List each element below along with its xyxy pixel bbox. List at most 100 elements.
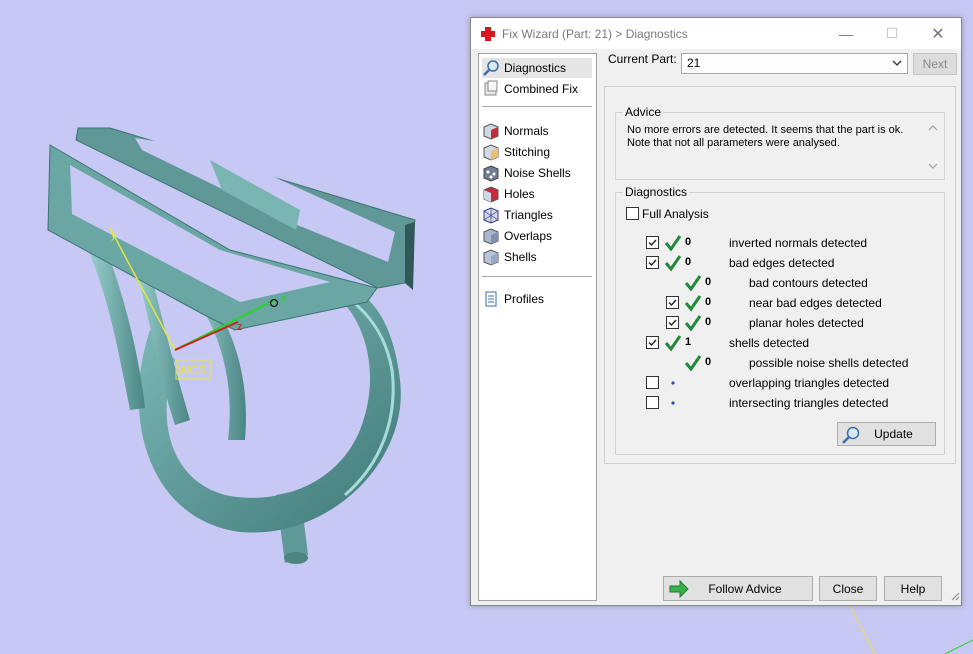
diag-label: bad edges detected: [729, 256, 835, 270]
holes-cube-icon: [482, 185, 500, 203]
green-check-icon: [684, 354, 702, 372]
green-check-icon: [684, 314, 702, 332]
update-label: Update: [874, 427, 913, 441]
minimize-button[interactable]: —: [823, 18, 869, 49]
nav-label: Stitching: [504, 145, 551, 159]
diag-row-overlapping-triangles: overlapping triangles detected: [646, 374, 946, 392]
shells-cube-icon: [482, 248, 500, 266]
nav-label: Shells: [504, 250, 537, 264]
diagnostics-group: Diagnostics Full Analysis 0 inverted nor…: [615, 185, 946, 455]
nav-label: Profiles: [504, 292, 545, 306]
current-part-label: Current Part:: [608, 52, 677, 66]
magnifier-icon: [841, 425, 861, 448]
row-checkbox[interactable]: [646, 256, 659, 269]
full-analysis-checkbox[interactable]: Full Analysis: [626, 205, 746, 223]
resize-grip-icon[interactable]: [950, 590, 960, 604]
nav-item-overlaps[interactable]: Overlaps: [482, 226, 592, 246]
title-bar[interactable]: Fix Wizard (Part: 21) > Diagnostics — ☐ …: [471, 18, 961, 49]
triangles-cube-icon: [482, 206, 500, 224]
diag-row-inverted-normals: 0 inverted normals detected: [646, 234, 946, 252]
diag-label: near bad edges detected: [749, 296, 882, 310]
close-window-button[interactable]: ✕: [915, 18, 961, 49]
green-check-icon: [664, 234, 682, 252]
diag-count: 0: [705, 356, 712, 368]
follow-advice-label: Follow Advice: [708, 581, 782, 596]
advice-line-1: No more errors are detected. It seems th…: [627, 124, 904, 136]
diag-count: 1: [685, 336, 692, 348]
magnifier-icon: [482, 59, 500, 77]
nav-label: Combined Fix: [504, 82, 579, 96]
diag-count: 0: [705, 296, 712, 308]
diag-label: bad contours detected: [749, 276, 868, 290]
diag-label: shells detected: [729, 336, 810, 350]
diag-count: 0: [705, 276, 712, 288]
wizard-nav: Diagnostics Combined Fix Normals Stitchi…: [478, 53, 597, 601]
full-analysis-label: Full Analysis: [642, 207, 709, 221]
axis-z-label: z: [237, 321, 243, 333]
nav-item-profiles[interactable]: Profiles: [482, 289, 592, 309]
full-analysis-box[interactable]: [626, 207, 639, 220]
nav-divider: [482, 276, 592, 277]
nav-item-triangles[interactable]: Triangles: [482, 205, 592, 225]
diagnostics-title: Diagnostics: [623, 185, 690, 199]
nav-item-normals[interactable]: Normals: [482, 121, 592, 141]
wcs-label: WCS: [178, 363, 206, 377]
row-checkbox[interactable]: [646, 336, 659, 349]
nav-item-holes[interactable]: Holes: [482, 184, 592, 204]
diag-row-bad-edges: 0 bad edges detected: [646, 254, 946, 272]
diag-label: inverted normals detected: [729, 236, 868, 250]
close-button[interactable]: Close: [819, 576, 877, 601]
noise-shells-icon: [482, 164, 500, 182]
green-check-icon: [684, 274, 702, 292]
advice-group: Advice No more errors are detected. It s…: [615, 105, 945, 180]
nav-item-stitching[interactable]: Stitching: [482, 142, 592, 162]
diag-label: intersecting triangles detected: [729, 396, 889, 410]
next-button[interactable]: Next: [913, 53, 957, 75]
diag-count: 0: [685, 236, 692, 248]
green-check-icon: [664, 254, 682, 272]
red-cross-icon: [480, 26, 496, 42]
chevron-down-icon: [892, 54, 902, 80]
scroll-up-icon[interactable]: [928, 124, 938, 134]
pending-dot-icon: [664, 394, 682, 412]
row-checkbox[interactable]: [666, 316, 679, 329]
follow-advice-button[interactable]: Follow Advice: [663, 576, 813, 601]
advice-text: No more errors are detected. It seems th…: [627, 124, 933, 170]
diag-row-planar-holes: 0 planar holes detected: [666, 314, 946, 332]
diag-label: possible noise shells detected: [749, 356, 909, 370]
green-check-icon: [664, 334, 682, 352]
combined-fix-icon: [482, 80, 500, 98]
fix-wizard-dialog: Fix Wizard (Part: 21) > Diagnostics — ☐ …: [470, 17, 962, 606]
diag-label: overlapping triangles detected: [729, 376, 890, 390]
overlaps-cube-icon: [482, 227, 500, 245]
update-button[interactable]: Update: [837, 422, 936, 446]
normals-cube-icon: [482, 122, 500, 140]
nav-divider: [482, 106, 592, 107]
nav-item-combined-fix[interactable]: Combined Fix: [482, 79, 592, 99]
maximize-button[interactable]: ☐: [869, 18, 915, 49]
scroll-down-icon[interactable]: [928, 162, 938, 172]
row-checkbox[interactable]: [646, 376, 659, 389]
row-checkbox[interactable]: [646, 236, 659, 249]
nav-item-shells[interactable]: Shells: [482, 247, 592, 267]
nav-item-diagnostics[interactable]: Diagnostics: [482, 58, 592, 78]
axis-x-label: x: [281, 293, 287, 305]
row-checkbox[interactable]: [646, 396, 659, 409]
nav-label: Triangles: [504, 208, 553, 222]
current-part-select[interactable]: 21: [681, 53, 908, 74]
stitching-cube-icon: [482, 143, 500, 161]
nav-item-noise-shells[interactable]: Noise Shells: [482, 163, 592, 183]
diagnostics-panel: Advice No more errors are detected. It s…: [604, 86, 956, 464]
nav-label: Normals: [504, 124, 549, 138]
window-title: Fix Wizard (Part: 21) > Diagnostics: [502, 26, 688, 41]
advice-line-2: Note that not all parameters were analys…: [627, 137, 840, 149]
row-checkbox[interactable]: [666, 296, 679, 309]
nav-label: Overlaps: [504, 229, 553, 243]
diag-row-noise-shells: 0 possible noise shells detected: [646, 354, 946, 372]
advice-scrollbar[interactable]: [924, 124, 941, 172]
diag-label: planar holes detected: [749, 316, 864, 330]
diag-row-intersecting-triangles: intersecting triangles detected: [646, 394, 946, 412]
green-check-icon: [684, 294, 702, 312]
green-arrow-icon: [668, 579, 690, 602]
help-button[interactable]: Help: [884, 576, 942, 601]
